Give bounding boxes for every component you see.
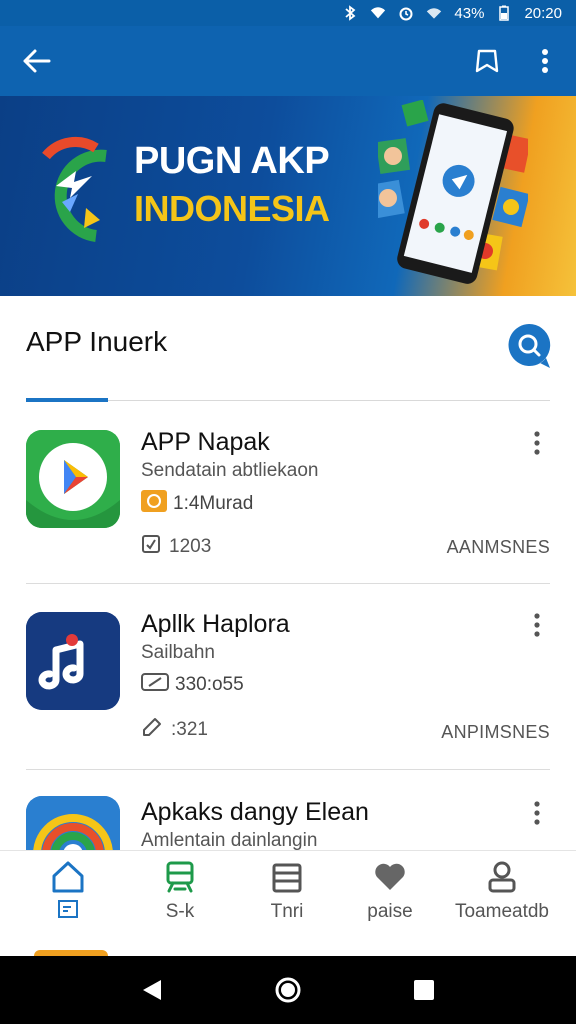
more-vert-icon[interactable]	[526, 798, 548, 828]
bookmark-icon[interactable]	[470, 44, 504, 78]
app-tag: ANPIMSNES	[441, 722, 550, 742]
app-name: Apkaks dangy Elean	[141, 798, 369, 826]
list-item[interactable]: Apkaks dangy Elean Amlentain dainlangin	[0, 770, 576, 851]
nav-home-glyph	[18, 899, 118, 925]
person-icon	[482, 857, 522, 897]
search-chat-icon[interactable]	[506, 322, 552, 372]
system-back-icon[interactable]	[134, 972, 170, 1008]
ticket-icon	[141, 672, 169, 698]
list-item[interactable]: APP Napak Sendatain abtliekaon 1:4Murad …	[0, 404, 576, 584]
music-note-icon	[26, 612, 120, 710]
tab-indicator	[26, 398, 108, 402]
banner-subtitle: INDONESIA	[134, 188, 330, 229]
promo-banner[interactable]: PUGN AKP INDONESIA	[0, 96, 576, 296]
nav-label: S-k	[165, 901, 195, 922]
app-tag: AANMSNES	[446, 537, 550, 557]
home-icon	[48, 857, 88, 897]
app-bar	[0, 26, 576, 96]
app-count-text: 1203	[169, 536, 212, 557]
section-title: APP Inuerk	[26, 326, 168, 357]
nav-label: Tnri	[270, 901, 304, 922]
app-name: APP Napak	[141, 428, 270, 456]
app-meta: 1:4Murad	[141, 490, 253, 518]
tram-icon	[160, 857, 200, 897]
app-name: Apllk Haplora	[141, 610, 290, 638]
back-arrow-icon[interactable]	[18, 44, 54, 78]
app-meta-text: 1:4Murad	[173, 493, 254, 514]
system-recents-icon[interactable]	[406, 972, 442, 1008]
app-count-text: :321	[171, 719, 208, 740]
app-subtitle: Sendatain abtliekaon	[141, 460, 319, 481]
nav-item-tram[interactable]: S-k	[130, 851, 230, 951]
nav-item-home[interactable]	[18, 851, 118, 951]
wifi-icon	[370, 6, 386, 20]
battery-percent: 43%	[454, 4, 485, 22]
app-subtitle: Sailbahn	[141, 642, 215, 663]
checkbox-icon	[141, 534, 161, 560]
banner-logo-icon	[26, 116, 118, 256]
list-item[interactable]: Apllk Haplora Sailbahn 330:o55 :321 ANPI…	[0, 584, 576, 770]
rating-badge-icon	[141, 490, 167, 518]
calendar-icon	[267, 857, 307, 897]
nav-item-calendar[interactable]: Tnri	[237, 851, 337, 951]
nav-item-account[interactable]: Toameatdb	[452, 851, 552, 951]
banner-phone-illustration	[371, 99, 532, 290]
bottom-nav: S-k Tnri paise Toameatdb	[0, 850, 576, 952]
nav-label: paise	[367, 901, 413, 922]
system-nav-bar	[0, 956, 576, 1024]
app-meta: 330:o55	[141, 672, 244, 698]
banner-title: PUGN AKP	[134, 140, 330, 182]
app-subtitle: Amlentain dainlangin	[141, 830, 318, 851]
app-count: :321	[141, 716, 208, 744]
play-store-icon	[26, 430, 120, 528]
nav-label: Toameatdb	[454, 901, 549, 922]
edit-icon	[141, 716, 163, 744]
signal-icon	[426, 6, 442, 20]
app-meta-text: 330:o55	[175, 674, 244, 695]
alarm-icon	[398, 6, 414, 21]
more-vert-icon[interactable]	[530, 44, 560, 78]
battery-icon	[496, 5, 512, 21]
app-count: 1203	[141, 534, 211, 560]
status-time: 20:20	[524, 4, 562, 22]
system-home-icon[interactable]	[270, 972, 306, 1008]
rainbow-ring-icon	[26, 796, 120, 850]
bluetooth-icon	[342, 5, 358, 21]
status-bar: 43% 20:20	[0, 0, 576, 26]
heart-icon	[370, 857, 410, 897]
more-vert-icon[interactable]	[526, 428, 548, 458]
nav-item-favorites[interactable]: paise	[340, 851, 440, 951]
more-vert-icon[interactable]	[526, 610, 548, 640]
